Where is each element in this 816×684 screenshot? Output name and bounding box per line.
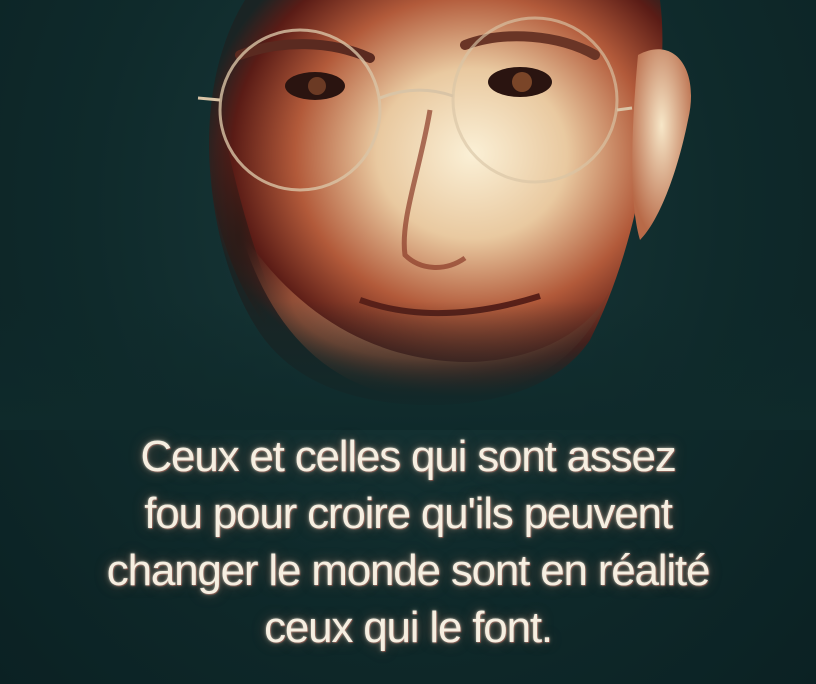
quote-line-3: changer le monde sont en réalité: [106, 546, 711, 595]
quote-poster: Ceux et celles qui sont assez fou pour c…: [0, 0, 816, 684]
quote-line-4: ceux qui le font.: [264, 603, 553, 652]
quote-text: Ceux et celles qui sont assez fou pour c…: [0, 428, 816, 656]
quote-line-1: Ceux et celles qui sont assez: [140, 432, 676, 481]
quote-line-2: fou pour croire qu'ils peuvent: [144, 489, 673, 538]
portrait-image: [0, 0, 816, 430]
